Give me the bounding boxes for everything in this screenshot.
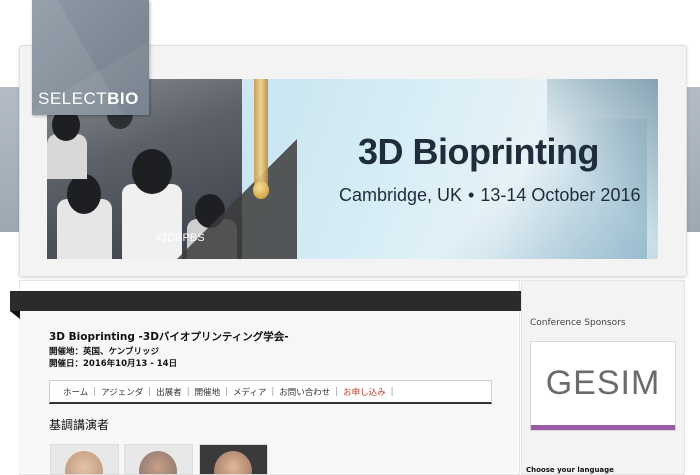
- droplet-graphic: [253, 181, 269, 199]
- banner-hashtag: #3DBPBS: [155, 232, 205, 244]
- logo-text: SELECTBIO: [38, 89, 139, 108]
- nav-item-home[interactable]: ホーム: [58, 386, 93, 398]
- selectbio-logo[interactable]: SELECTBIO: [32, 0, 149, 115]
- speaker-photo[interactable]: [199, 444, 268, 475]
- background-band-left: [0, 87, 20, 232]
- nav-item-register[interactable]: お申し込み: [338, 386, 391, 398]
- keynote-speakers-heading: 基調講演者: [49, 418, 110, 432]
- speaker-photo[interactable]: [50, 444, 119, 475]
- sponsor-logo-gesim[interactable]: GESIM: [530, 341, 676, 431]
- banner-title: 3D Bioprinting: [358, 131, 599, 172]
- nav-item-agenda[interactable]: アジェンダ: [96, 386, 148, 398]
- speaker-photo[interactable]: [124, 444, 193, 475]
- section-bar-fold: [10, 311, 20, 319]
- event-nav: ホーム | アジェンダ | 出展者 | 開催地 | メディア | お問い合わせ | お申し込…: [49, 380, 492, 404]
- event-venue: 開催地：英国、ケンブリッジ: [49, 347, 159, 357]
- banner-location: Cambridge, UK: [339, 185, 463, 205]
- banner-subtitle: Cambridge, UK • 13-14 October 2016: [339, 185, 640, 206]
- nav-item-contact[interactable]: お問い合わせ: [274, 386, 335, 398]
- nav-item-exhibitors[interactable]: 出展者: [151, 386, 187, 398]
- event-title: 3D Bioprinting -3Dバイオプリンティング学会-: [49, 331, 289, 343]
- banner-separator: •: [468, 185, 475, 205]
- sponsor-name: GESIM: [545, 364, 661, 402]
- event-date: 開催日：2016年10月13 - 14日: [49, 359, 178, 369]
- banner-dates: 13-14 October 2016: [480, 185, 641, 205]
- nav-item-venue[interactable]: 開催地: [190, 386, 226, 398]
- pipette-graphic: [254, 79, 268, 189]
- sponsor-accent-bar: [531, 425, 675, 430]
- nav-item-media[interactable]: メディア: [228, 386, 271, 398]
- sponsors-title: Conference Sponsors: [530, 318, 626, 328]
